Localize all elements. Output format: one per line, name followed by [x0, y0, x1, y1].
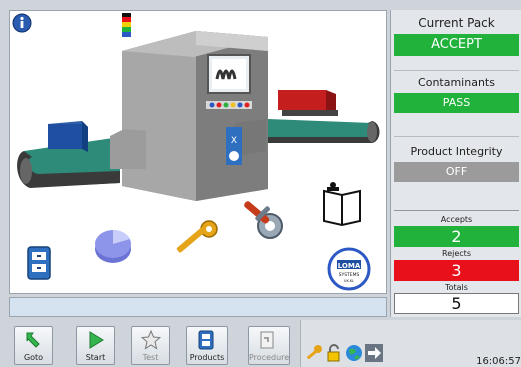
- clock: 16:06:57: [476, 356, 521, 367]
- goto-label: Goto: [23, 353, 44, 362]
- logout-arrow-icon[interactable]: [365, 344, 383, 362]
- toolbar: Goto Start Test Products Procedure: [0, 320, 300, 367]
- test-label: Test: [142, 353, 159, 362]
- accepts-label: Accepts: [440, 215, 473, 224]
- taskbar: 16:06:57: [300, 320, 521, 367]
- machine-scene: X LOMA SYSTEMS UK.KL: [12, 13, 380, 291]
- machine-display: X LOMA SYSTEMS UK.KL: [9, 10, 387, 294]
- divider: [394, 210, 519, 211]
- current-pack-title: Current Pack: [418, 16, 495, 30]
- play-icon: [89, 331, 104, 349]
- procedure-button[interactable]: Procedure: [248, 326, 290, 365]
- rejects-label: Rejects: [442, 249, 471, 258]
- rejects-count: 3: [394, 260, 519, 281]
- contaminants-status: PASS: [394, 93, 519, 113]
- key-icon[interactable]: [305, 344, 323, 362]
- logo-sub: SYSTEMS: [339, 272, 360, 278]
- file-cabinet-icon[interactable]: [27, 246, 51, 280]
- product-box-red: [278, 90, 338, 116]
- test-button[interactable]: Test: [131, 326, 170, 365]
- divider: [394, 136, 519, 137]
- inspection-machine: [110, 13, 268, 201]
- globe-icon[interactable]: [345, 344, 363, 362]
- products-label: Products: [189, 353, 225, 362]
- star-icon: [141, 330, 161, 350]
- status-panel: Current Pack ACCEPT Contaminants PASS Pr…: [390, 10, 521, 317]
- procedure-label: Procedure: [249, 353, 290, 362]
- goto-button[interactable]: Goto: [14, 326, 53, 365]
- products-button[interactable]: Products: [186, 326, 228, 365]
- current-pack-status: ACCEPT: [394, 34, 519, 56]
- divider: [394, 70, 519, 71]
- product-integrity-title: Product Integrity: [410, 145, 503, 158]
- machine-panel-letter: X: [231, 136, 237, 146]
- contaminants-title: Contaminants: [418, 76, 495, 89]
- statistics-pie-icon[interactable]: [95, 229, 131, 263]
- products-cabinet-icon: [198, 330, 214, 350]
- totals-count: 5: [394, 293, 519, 314]
- loma-logo: LOMA SYSTEMS UK.KL: [327, 247, 371, 291]
- message-bar: [9, 297, 387, 317]
- accepts-count: 2: [394, 226, 519, 247]
- product-integrity-status: OFF: [394, 162, 519, 182]
- key-icon[interactable]: [176, 220, 218, 253]
- goto-arrow-icon: [26, 332, 40, 348]
- product-box-blue: [48, 121, 88, 152]
- lock-icon[interactable]: [325, 344, 343, 362]
- logo-name: LOMA: [338, 262, 361, 270]
- manual-book-icon[interactable]: [323, 182, 361, 227]
- procedure-icon: [260, 331, 274, 349]
- start-button[interactable]: Start: [76, 326, 115, 365]
- info-icon[interactable]: [12, 13, 32, 33]
- settings-tools-icon[interactable]: [243, 200, 283, 239]
- totals-label: Totals: [445, 283, 468, 292]
- logo-region: UK.KL: [344, 279, 354, 283]
- start-label: Start: [85, 353, 106, 362]
